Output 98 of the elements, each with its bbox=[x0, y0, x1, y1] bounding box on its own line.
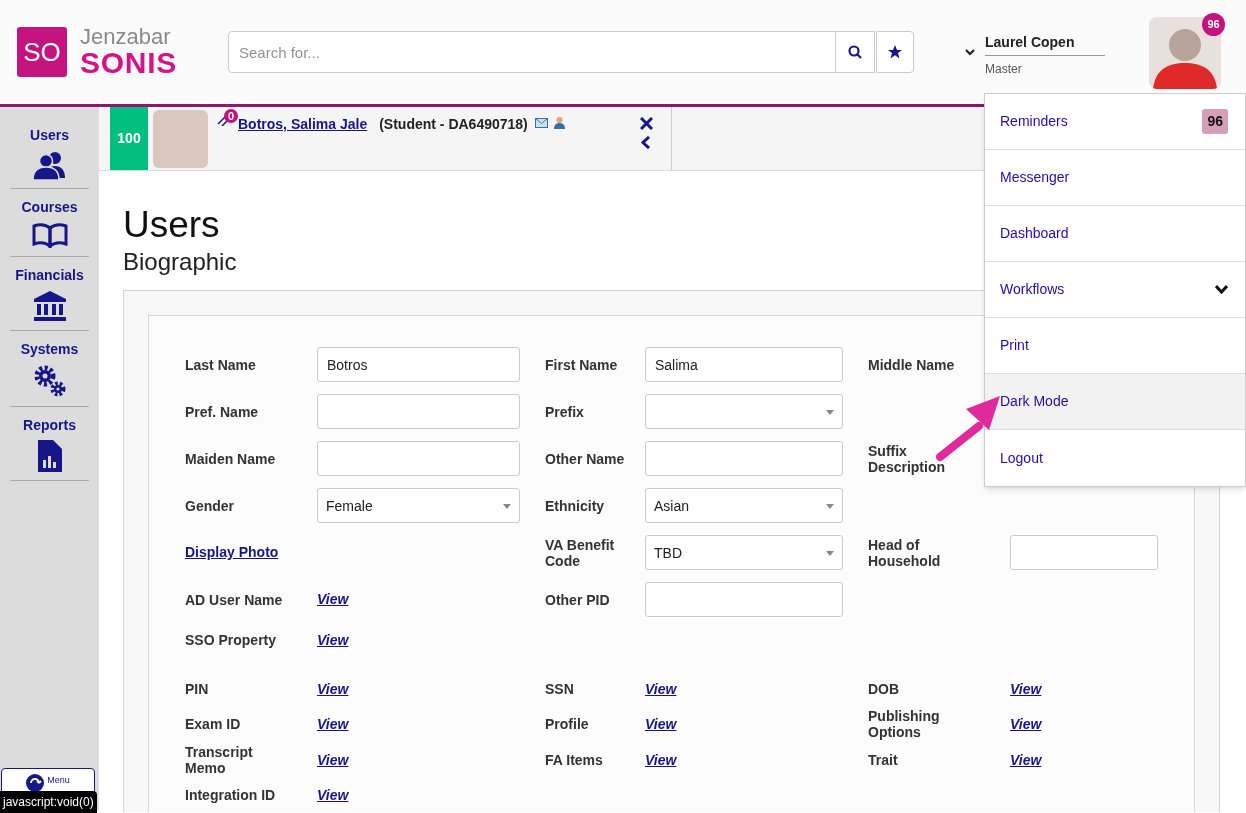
favorites-button[interactable] bbox=[876, 31, 914, 73]
field-label: SSO Property bbox=[185, 632, 278, 648]
dropdown-field[interactable] bbox=[645, 394, 843, 429]
menu-item[interactable]: Logout bbox=[985, 430, 1245, 486]
view-link[interactable]: View bbox=[317, 678, 349, 700]
chevron-down-icon[interactable] bbox=[965, 48, 975, 56]
envelope-icon[interactable] bbox=[534, 118, 548, 128]
page-title: Users bbox=[123, 205, 220, 245]
person-icon[interactable] bbox=[553, 116, 565, 129]
menu-item[interactable]: Dark Mode bbox=[985, 374, 1245, 430]
menu-item[interactable]: Reminders 96 bbox=[985, 94, 1245, 150]
logo-product: SONIS bbox=[80, 48, 178, 78]
search-button[interactable] bbox=[836, 31, 875, 73]
users-icon bbox=[31, 150, 68, 180]
student-name-link[interactable]: Botros, Salima Jale bbox=[238, 114, 368, 135]
field-label: AD User Name bbox=[185, 591, 284, 608]
search-icon bbox=[848, 45, 862, 59]
search-field[interactable]: Search for... bbox=[228, 31, 836, 73]
bank-icon bbox=[32, 290, 67, 322]
sidebar-item[interactable]: Users bbox=[10, 117, 89, 189]
count-badge: 96 bbox=[1202, 109, 1228, 134]
field-label: Integration ID bbox=[185, 787, 277, 803]
field-label: Head of Household bbox=[868, 536, 942, 569]
sidebar-item[interactable]: Systems bbox=[10, 331, 89, 407]
field-label: Last Name bbox=[185, 356, 257, 373]
photo-placeholder bbox=[153, 110, 208, 168]
avatar[interactable] bbox=[1149, 17, 1221, 89]
menu-item[interactable]: Messenger bbox=[985, 150, 1245, 206]
dropdown-arrow-icon bbox=[826, 551, 834, 556]
field-label: Exam ID bbox=[185, 716, 242, 732]
view-link[interactable]: View bbox=[645, 678, 677, 700]
view-link[interactable]: View bbox=[317, 749, 349, 771]
page-subtitle: Biographic bbox=[123, 247, 237, 277]
text-field[interactable] bbox=[1010, 535, 1158, 570]
book-icon bbox=[31, 222, 68, 248]
field-label: Transcript Memo bbox=[185, 744, 254, 776]
chevron-left-icon[interactable] bbox=[640, 136, 653, 149]
text-field[interactable]: Botros bbox=[317, 347, 520, 382]
dropdown-arrow-icon bbox=[826, 504, 834, 509]
field-label: Profile bbox=[545, 716, 590, 732]
field-label: Other Name bbox=[545, 450, 625, 467]
field-label: Middle Name bbox=[868, 356, 956, 373]
field-label: Suffix Description bbox=[868, 442, 946, 475]
dropdown-field[interactable]: TBD bbox=[645, 535, 843, 570]
view-link[interactable]: View bbox=[317, 713, 349, 735]
menu-item[interactable]: Workflows bbox=[985, 262, 1245, 318]
display-photo-link[interactable]: Display Photo bbox=[185, 542, 279, 563]
field-label: PIN bbox=[185, 681, 210, 697]
field-label: SSN bbox=[545, 681, 575, 697]
field-label: FA Items bbox=[545, 752, 604, 768]
menu-item[interactable]: Dashboard bbox=[985, 206, 1245, 262]
field-label: DOB bbox=[868, 681, 901, 697]
paperclip-icon[interactable] bbox=[216, 114, 230, 126]
view-link[interactable]: View bbox=[645, 713, 677, 735]
dropdown-field[interactable]: Asian bbox=[645, 488, 843, 523]
sidebar-item[interactable]: Financials bbox=[10, 257, 89, 331]
menu-icon bbox=[26, 774, 45, 792]
menu-item[interactable]: Print bbox=[985, 318, 1245, 374]
view-link[interactable]: View bbox=[645, 749, 677, 771]
sidebar-item[interactable]: Reports bbox=[10, 407, 89, 481]
status-tooltip: javascript:void(0) bbox=[0, 791, 97, 813]
text-field[interactable] bbox=[645, 582, 843, 617]
field-label: Trait bbox=[868, 752, 899, 768]
user-role: Master bbox=[985, 61, 1023, 78]
text-field[interactable]: Salima bbox=[645, 347, 843, 382]
field-label: Other PID bbox=[545, 591, 611, 608]
dropdown-arrow-icon bbox=[503, 504, 511, 509]
logo-brand: Jenzabar bbox=[80, 26, 172, 48]
field-label: Ethnicity bbox=[545, 497, 606, 514]
field-label: Maiden Name bbox=[185, 450, 277, 467]
logo-mark: SO bbox=[17, 27, 67, 77]
view-link[interactable]: View bbox=[1010, 678, 1042, 700]
dropdown-field[interactable]: Female bbox=[317, 488, 520, 523]
view-link[interactable]: View bbox=[317, 784, 349, 806]
user-name: Laurel Copen bbox=[985, 32, 1105, 56]
close-icon[interactable] bbox=[640, 117, 653, 130]
field-label: First Name bbox=[545, 356, 619, 373]
text-field[interactable] bbox=[317, 441, 520, 476]
report-icon bbox=[37, 440, 62, 472]
field-label: Prefix bbox=[545, 403, 585, 420]
view-link[interactable]: View bbox=[1010, 749, 1042, 771]
sidebar-item[interactable]: Courses bbox=[10, 189, 89, 257]
field-label: Pref. Name bbox=[185, 403, 260, 420]
attachment-count-badge: 0 bbox=[224, 109, 238, 123]
field-label: Gender bbox=[185, 497, 235, 514]
notification-badge: 96 bbox=[1202, 13, 1225, 36]
view-link[interactable]: View bbox=[317, 589, 349, 610]
view-link[interactable]: View bbox=[1010, 713, 1042, 735]
text-field[interactable] bbox=[317, 394, 520, 429]
field-label: Publishing Options bbox=[868, 708, 941, 740]
field-label: VA Benefit Code bbox=[545, 536, 616, 569]
student-descriptor: (Student - DA6490718) bbox=[379, 115, 528, 134]
view-link[interactable]: View bbox=[317, 629, 349, 651]
score-badge: 100 bbox=[110, 107, 148, 170]
dropdown-arrow-icon bbox=[826, 410, 834, 415]
star-icon bbox=[888, 45, 902, 59]
text-field[interactable] bbox=[645, 441, 843, 476]
gears-icon bbox=[32, 364, 67, 398]
